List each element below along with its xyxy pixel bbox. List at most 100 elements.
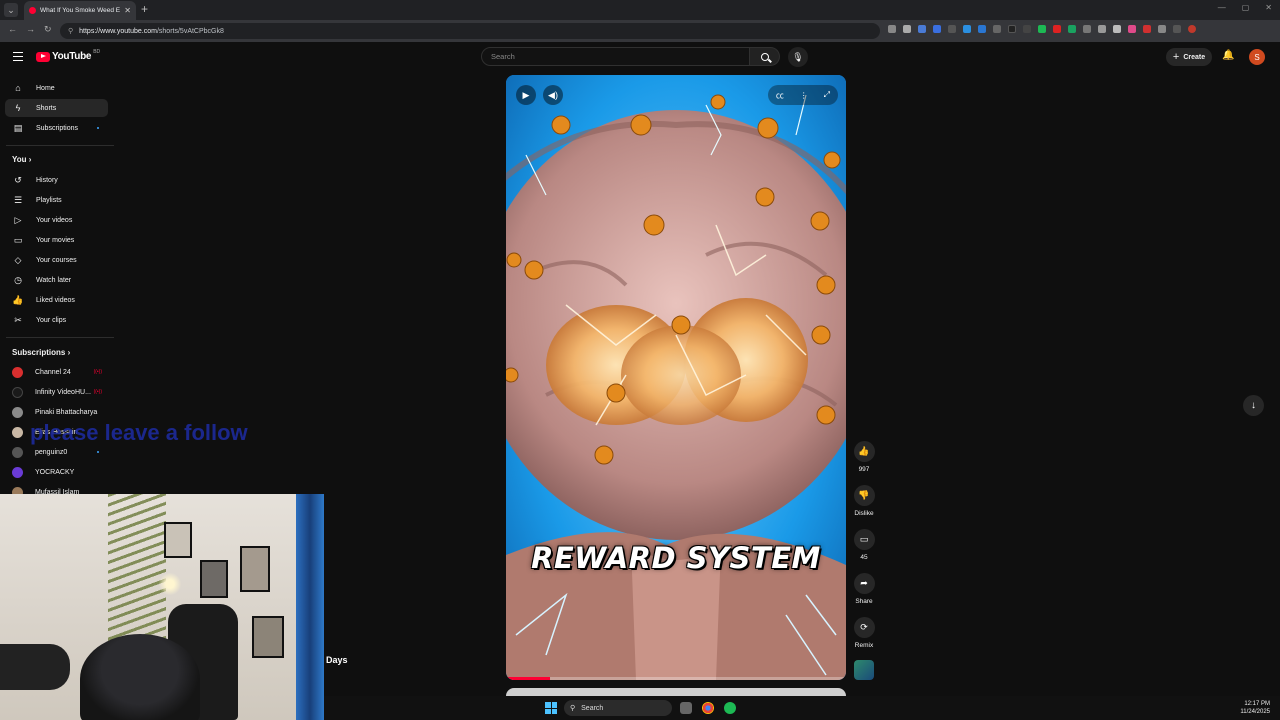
channel-avatar [12,426,23,438]
system-clock[interactable]: 12:17 PM 11/24/2025 [1240,700,1270,716]
remix-button[interactable]: ⟳ Remix [853,617,875,649]
extension-icon[interactable] [1053,25,1061,33]
site-info-icon[interactable]: ⚲ [68,27,73,35]
notifications-bell-icon[interactable]: 🔔 [1222,50,1234,61]
search-input[interactable]: Search [481,47,750,66]
video-caption: REWARD SYSTEM [531,541,821,575]
dislike-button[interactable]: 👎 Dislike [853,485,875,517]
captions-icon[interactable]: ㏄ [776,90,784,101]
extension-icon[interactable] [1008,25,1016,33]
sidebar-item-subscriptions[interactable]: ▤ Subscriptions [5,119,108,137]
youtube-masthead: YouTube BD Search 🎙 + Create 🔔 S [0,42,1280,72]
forward-icon[interactable]: → [26,24,35,34]
mute-button[interactable]: ◀) [543,85,563,105]
subscription-infinity-videohub[interactable]: Infinity VideoHU... ((•)) [5,383,108,401]
comments-button[interactable]: ▭ 45 [853,529,875,561]
webcam-curtain [296,494,324,720]
url-field[interactable]: ⚲ https://www.youtube.com/shorts/5vAtCPb… [60,23,880,39]
extension-icon[interactable] [1023,25,1031,33]
subscriptions-section-title[interactable]: Subscriptions › [12,348,70,357]
search-button[interactable] [750,47,780,66]
video-progress-bar[interactable] [506,677,846,680]
extensions-puzzle-icon[interactable] [1158,25,1166,33]
like-button[interactable]: 👍 997 [853,441,875,473]
bookmark-star-icon[interactable] [903,25,911,33]
extension-icon[interactable] [1098,25,1106,33]
spotify-icon[interactable] [724,702,736,714]
sidebar-item-your-clips[interactable]: ✂ Your clips [5,311,108,329]
sidebar-item-label: Subscriptions [36,124,79,132]
profile-icon[interactable] [1188,25,1196,33]
extension-icon[interactable] [978,25,986,33]
dislike-label: Dislike [854,510,874,517]
next-video-button[interactable]: ↓ [1243,395,1264,416]
search-icon: ⚲ [570,705,576,712]
extension-icon[interactable] [918,25,926,33]
youtube-play-icon [36,51,50,62]
maximize-icon[interactable]: ▢ [1242,3,1250,12]
sidebar-item-your-movies[interactable]: ▭ Your movies [5,231,108,249]
chevron-right-icon: › [67,348,71,357]
chrome-icon[interactable] [702,702,714,714]
extension-icon[interactable] [1083,25,1091,33]
liked-icon: 👍 [12,294,24,305]
poster-frame [164,522,192,558]
voice-search-button[interactable]: 🎙 [788,47,808,67]
stream-overlay-text: please leave a follow [30,420,248,445]
share-button[interactable]: ➦ Share [853,573,875,605]
more-options-icon[interactable]: ⋮ [800,91,808,100]
tab-search-icon[interactable]: ⌄ [4,3,18,17]
courses-icon: ◇ [14,254,22,265]
extension-icon[interactable] [1143,25,1151,33]
clock-time: 12:17 PM [1244,701,1270,707]
guide-menu-icon[interactable] [13,52,23,61]
extension-icon[interactable] [933,25,941,33]
extension-icon[interactable] [963,25,971,33]
extension-icon[interactable] [1068,25,1076,33]
cast-icon[interactable] [888,25,896,33]
new-tab-button[interactable]: + [141,2,148,16]
close-tab-icon[interactable]: ✕ [124,6,131,15]
sidebar-item-home[interactable]: ⌂ Home [5,79,108,97]
like-count: 997 [858,466,870,473]
sidebar-item-liked-videos[interactable]: 👍 Liked videos [5,291,108,309]
windows-start-icon[interactable] [545,702,557,714]
sound-thumbnail[interactable] [854,660,874,680]
minimize-icon[interactable]: — [1218,3,1226,12]
reload-icon[interactable]: ↻ [44,24,52,35]
downloads-icon[interactable] [1173,25,1181,33]
microphone-icon: 🎙 [792,51,804,62]
subscription-channel-24[interactable]: Channel 24 ((•)) [5,363,108,381]
poster-frame [200,560,228,598]
task-view-icon[interactable] [680,702,692,714]
sidebar-item-shorts[interactable]: ϟ Shorts [5,99,108,117]
extension-icon[interactable] [948,25,956,33]
extension-icon[interactable] [993,25,1001,33]
subscription-yocracky[interactable]: YOCRACKY [5,463,108,481]
sidebar-item-your-courses[interactable]: ◇ Your courses [5,251,108,269]
fullscreen-icon[interactable]: ⤢ [824,90,830,100]
youtube-logo[interactable]: YouTube BD [36,49,100,62]
shorts-player[interactable]: ▶ ◀) ㏄ ⋮ ⤢ REWARD SYSTEM [506,75,846,680]
sidebar-item-playlists[interactable]: ☰ Playlists [5,191,108,209]
account-avatar[interactable]: S [1249,49,1265,65]
play-button[interactable]: ▶ [516,85,536,105]
back-icon[interactable]: ← [8,24,17,34]
sidebar-item-history[interactable]: ↺ History [5,171,108,189]
extension-icon[interactable] [1128,25,1136,33]
sidebar-item-watch-later[interactable]: ◷ Watch later [5,271,108,289]
create-button[interactable]: + Create [1166,48,1212,66]
close-window-icon[interactable]: ✕ [1265,3,1272,12]
browser-tab[interactable]: What If You Smoke Weed Every ✕ [24,1,136,20]
subscription-pinaki-bhattacharya[interactable]: Pinaki Bhattacharya [5,403,108,421]
clock-date: 11/24/2025 [1240,709,1270,715]
taskbar-search[interactable]: ⚲ Search [564,700,672,716]
sidebar-divider [6,337,114,338]
sidebar-item-label: Liked videos [36,296,75,304]
sidebar-item-label: Watch later [36,276,72,284]
extension-icon[interactable] [1113,25,1121,33]
extension-icon[interactable] [1038,25,1046,33]
you-section-title[interactable]: You › [12,155,31,164]
sidebar-item-label: Channel 24 [35,368,71,376]
sidebar-item-your-videos[interactable]: ▷ Your videos [5,211,108,229]
